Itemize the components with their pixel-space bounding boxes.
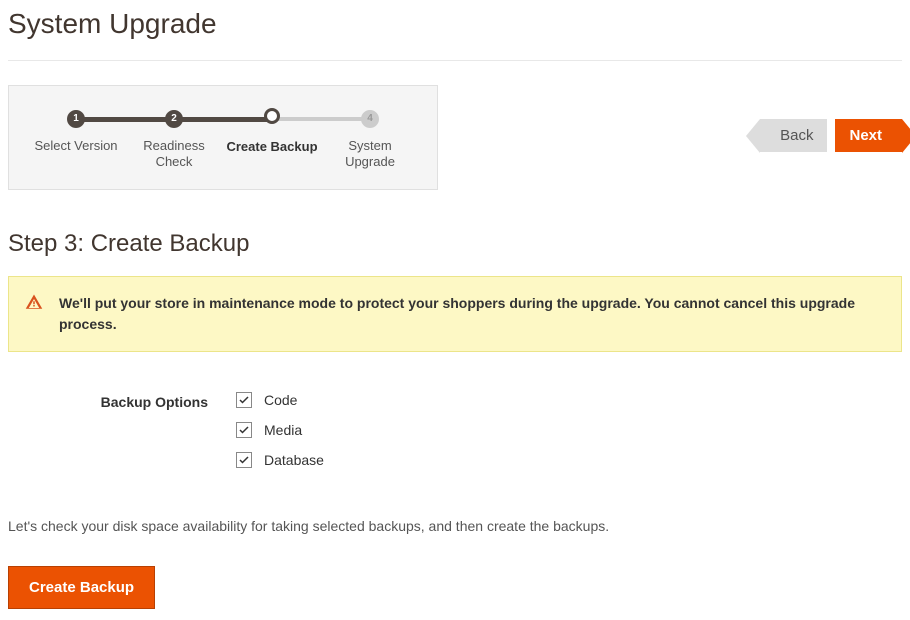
create-backup-button[interactable]: Create Backup — [8, 566, 155, 609]
step-4-dot: 4 — [361, 110, 379, 128]
checkbox-code-box[interactable] — [236, 392, 252, 408]
info-text: Let's check your disk space availability… — [8, 518, 902, 534]
step-heading: Step 3: Create Backup — [8, 230, 902, 258]
step-4-label: SystemUpgrade — [321, 138, 419, 172]
checkbox-database[interactable]: Database — [236, 452, 324, 468]
checkbox-database-label: Database — [264, 452, 324, 468]
page-title: System Upgrade — [8, 0, 902, 60]
warning-banner: We'll put your store in maintenance mode… — [8, 276, 902, 352]
step-3-dot — [264, 108, 280, 124]
next-button[interactable]: Next — [835, 119, 902, 152]
divider — [8, 60, 902, 61]
warning-icon — [25, 293, 43, 317]
progress-stepper: 1 Select Version 2 ReadinessCheck Create… — [8, 85, 438, 190]
step-1-dot: 1 — [67, 110, 85, 128]
back-button[interactable]: Back — [760, 119, 827, 152]
checkbox-media[interactable]: Media — [236, 422, 324, 438]
checkbox-code[interactable]: Code — [236, 392, 324, 408]
checkbox-database-box[interactable] — [236, 452, 252, 468]
step-2-dot: 2 — [165, 110, 183, 128]
checkbox-media-box[interactable] — [236, 422, 252, 438]
checkbox-media-label: Media — [264, 422, 302, 438]
backup-options-label: Backup Options — [8, 392, 208, 468]
step-3-label: Create Backup — [223, 139, 321, 156]
warning-text: We'll put your store in maintenance mode… — [59, 295, 855, 332]
step-2-label: ReadinessCheck — [125, 138, 223, 172]
checkbox-code-label: Code — [264, 392, 297, 408]
step-1-label: Select Version — [27, 138, 125, 155]
